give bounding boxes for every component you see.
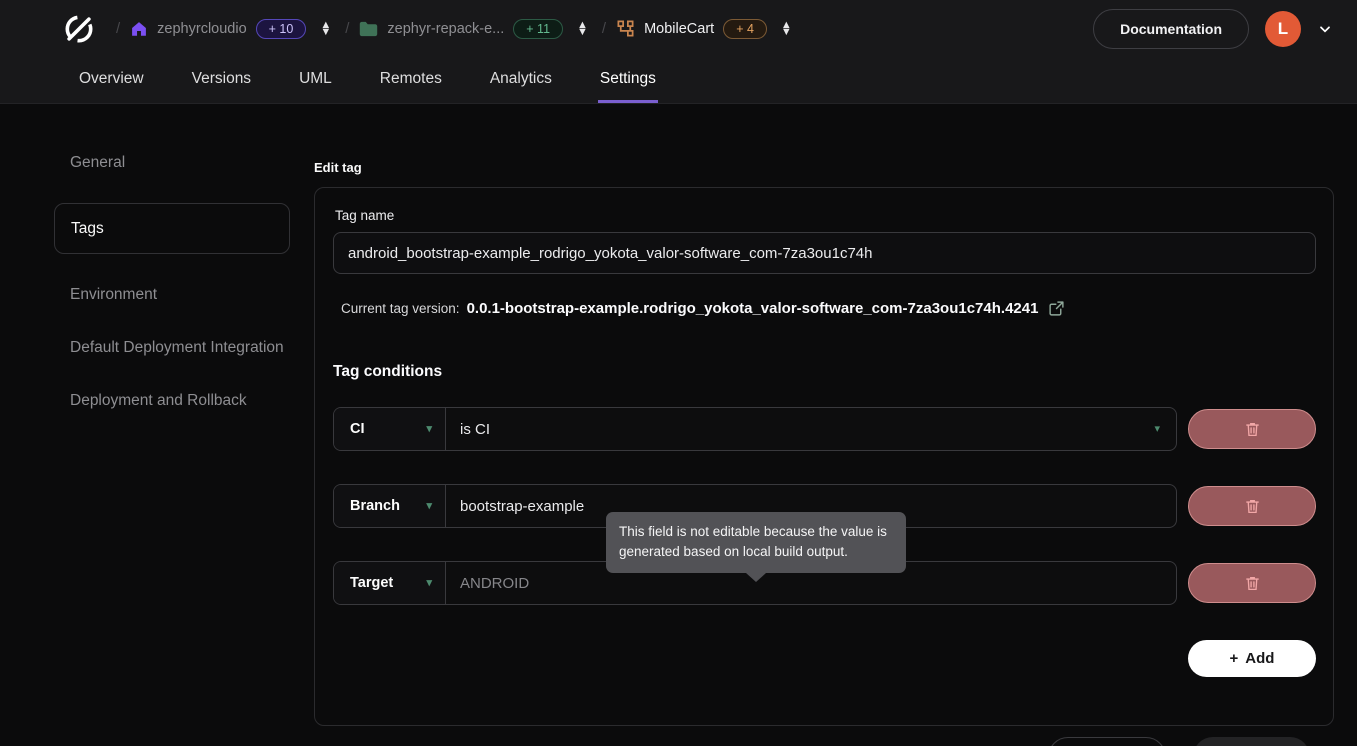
breadcrumb-application[interactable]: MobileCart + 4 [616, 19, 767, 39]
chevron-down-icon[interactable] [1317, 21, 1333, 37]
edit-tag-panel: Tag name Current tag version: 0.0.1-boot… [314, 187, 1334, 726]
zephyr-logo[interactable] [60, 10, 98, 48]
top-bar: / zephyrcloudio + 10 ▲▼ / zephyr-repack-… [0, 0, 1357, 57]
condition-field: CI ▾ is CI ▾ [333, 407, 1177, 451]
project-count-badge: + 11 [513, 19, 563, 39]
not-editable-tooltip: This field is not editable because the v… [606, 512, 906, 573]
condition-value-label: is CI [460, 421, 490, 438]
sidebar-item-tags[interactable]: Tags [54, 203, 290, 254]
current-version-value: 0.0.1-bootstrap-example.rodrigo_yokota_v… [467, 300, 1039, 317]
footer-actions [314, 737, 1334, 746]
content-area: General Tags Environment Default Deploym… [0, 104, 1357, 746]
condition-value-label: ANDROID [460, 575, 529, 592]
tag-name-input[interactable] [333, 232, 1316, 274]
current-tag-version-row: Current tag version: 0.0.1-bootstrap-exa… [341, 300, 1316, 317]
page-title: Edit tag [314, 160, 1334, 175]
folder-icon [359, 21, 378, 37]
tag-conditions-title: Tag conditions [333, 363, 1316, 381]
footer-secondary-button[interactable] [1048, 737, 1166, 746]
condition-key-label: Branch [350, 498, 400, 514]
tag-name-label: Tag name [335, 208, 1316, 223]
condition-key-label: Target [350, 575, 393, 591]
breadcrumb: / zephyrcloudio + 10 ▲▼ / zephyr-repack-… [116, 19, 796, 39]
plus-icon: + [1230, 650, 1239, 667]
settings-sidebar: General Tags Environment Default Deploym… [0, 104, 300, 746]
tab-analytics[interactable]: Analytics [488, 57, 554, 103]
condition-value-label: bootstrap-example [460, 498, 584, 515]
sidebar-item-environment[interactable]: Environment [54, 284, 290, 305]
breadcrumb-project-label: zephyr-repack-e... [387, 21, 504, 37]
add-row: + Add [333, 640, 1316, 677]
current-version-label: Current tag version: [341, 301, 460, 316]
project-switcher-icon[interactable]: ▲▼ [573, 22, 592, 36]
condition-value-dropdown[interactable]: is CI ▾ [446, 408, 1176, 450]
tab-remotes[interactable]: Remotes [378, 57, 444, 103]
main-nav-tabs: Overview Versions UML Remotes Analytics … [0, 57, 1357, 104]
condition-key-dropdown[interactable]: Branch ▾ [334, 485, 446, 527]
add-button-label: Add [1245, 650, 1274, 667]
delete-condition-button[interactable] [1188, 563, 1316, 603]
chevron-down-icon: ▾ [426, 501, 432, 512]
condition-key-dropdown[interactable]: CI ▾ [334, 408, 446, 450]
footer-primary-button[interactable] [1193, 737, 1310, 746]
delete-condition-button[interactable] [1188, 486, 1316, 526]
hierarchy-icon [616, 19, 635, 38]
top-right-actions: Documentation L [1093, 9, 1333, 49]
home-icon [130, 20, 148, 38]
chevron-down-icon: ▾ [426, 578, 432, 589]
breadcrumb-separator: / [345, 20, 349, 37]
documentation-button[interactable]: Documentation [1093, 9, 1249, 49]
avatar[interactable]: L [1265, 11, 1301, 47]
tab-overview[interactable]: Overview [77, 57, 146, 103]
tab-uml[interactable]: UML [297, 57, 334, 103]
external-link-icon[interactable] [1048, 300, 1065, 317]
org-switcher-icon[interactable]: ▲▼ [316, 22, 335, 36]
app-switcher-icon[interactable]: ▲▼ [777, 22, 796, 36]
breadcrumb-separator: / [116, 20, 120, 37]
settings-main: Edit tag Tag name Current tag version: 0… [300, 104, 1357, 746]
add-condition-button[interactable]: + Add [1188, 640, 1316, 677]
app-count-badge: + 4 [723, 19, 767, 39]
chevron-down-icon: ▾ [426, 424, 432, 435]
sidebar-item-default-deployment-integration[interactable]: Default Deployment Integration [54, 337, 290, 358]
chevron-down-icon: ▾ [1154, 424, 1160, 435]
breadcrumb-organization[interactable]: zephyrcloudio + 10 [130, 19, 306, 39]
breadcrumb-app-label: MobileCart [644, 21, 714, 37]
tab-versions[interactable]: Versions [190, 57, 253, 103]
breadcrumb-project[interactable]: zephyr-repack-e... + 11 [359, 19, 563, 39]
sidebar-item-general[interactable]: General [54, 152, 290, 173]
org-count-badge: + 10 [256, 19, 307, 39]
delete-condition-button[interactable] [1188, 409, 1316, 449]
condition-key-dropdown[interactable]: Target ▾ [334, 562, 446, 604]
condition-key-label: CI [350, 421, 365, 437]
breadcrumb-org-label: zephyrcloudio [157, 21, 246, 37]
breadcrumb-separator: / [602, 20, 606, 37]
condition-row-ci: CI ▾ is CI ▾ [333, 407, 1316, 451]
tab-settings[interactable]: Settings [598, 57, 658, 103]
sidebar-item-deployment-and-rollback[interactable]: Deployment and Rollback [54, 390, 290, 411]
